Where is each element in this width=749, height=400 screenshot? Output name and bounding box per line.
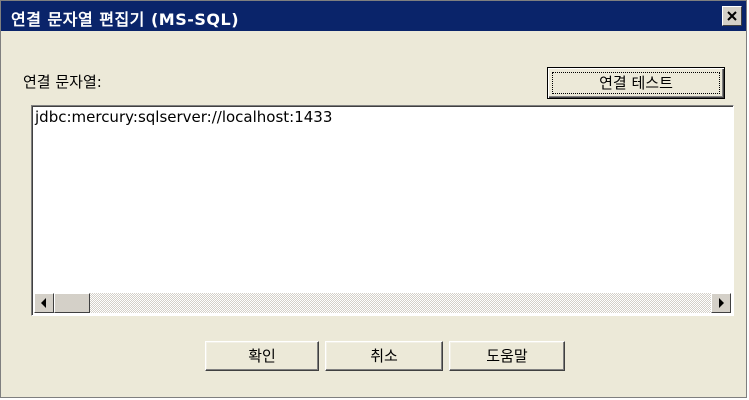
connection-string-label: 연결 문자열: <box>23 73 102 91</box>
scroll-right-arrow-icon <box>719 298 724 308</box>
connection-string-value: jdbc:mercury:sqlserver://localhost:1433 <box>35 108 333 126</box>
test-connection-button[interactable]: 연결 테스트 <box>547 67 725 99</box>
scroll-right-button[interactable] <box>711 293 731 313</box>
connection-string-textarea[interactable]: jdbc:mercury:sqlserver://localhost:1433 <box>31 105 734 316</box>
close-button[interactable] <box>722 6 742 26</box>
test-connection-button-label: 연결 테스트 <box>552 72 720 94</box>
title-bar[interactable]: 연결 문자열 편집기 (MS-SQL) <box>1 1 746 31</box>
scroll-left-button[interactable] <box>34 293 54 313</box>
window-title: 연결 문자열 편집기 (MS-SQL) <box>11 10 240 29</box>
help-button-label: 도움말 <box>486 347 528 365</box>
ok-button-label: 확인 <box>248 347 276 365</box>
connection-string-editor-dialog: 연결 문자열 편집기 (MS-SQL) 연결 문자열: 연결 테스트 jdbc:… <box>0 0 747 398</box>
horizontal-scrollbar[interactable] <box>34 293 731 313</box>
cancel-button[interactable]: 취소 <box>325 341 443 371</box>
close-icon <box>727 11 737 21</box>
help-button[interactable]: 도움말 <box>449 341 565 371</box>
scroll-left-arrow-icon <box>41 298 46 308</box>
scrollbar-thumb[interactable] <box>54 293 90 313</box>
cancel-button-label: 취소 <box>370 347 398 365</box>
ok-button[interactable]: 확인 <box>205 341 319 371</box>
